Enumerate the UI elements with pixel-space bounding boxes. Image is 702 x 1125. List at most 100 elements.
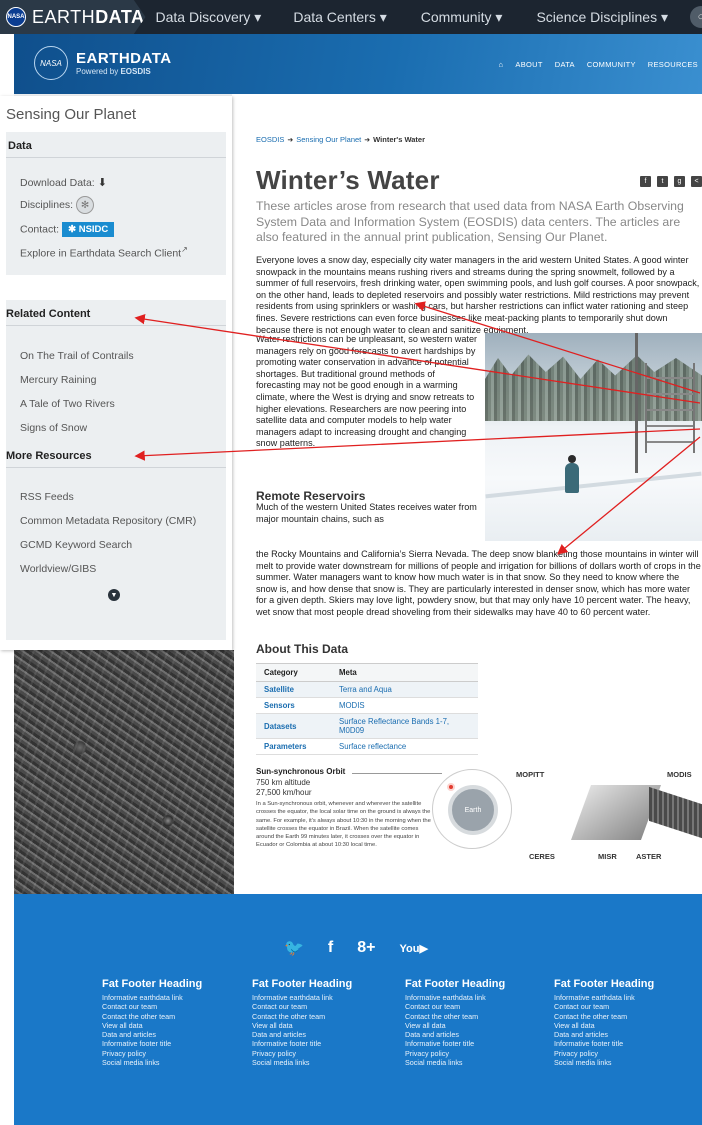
footer-link[interactable]: Social media links: [252, 1058, 402, 1067]
snowflake-discipline-icon[interactable]: ✻: [76, 196, 95, 214]
intro-text: These articles arose from research that …: [256, 199, 684, 244]
home-icon[interactable]: ⌂: [499, 60, 504, 69]
footer-link[interactable]: Data and articles: [252, 1030, 402, 1039]
nav-community[interactable]: Community ▾: [421, 9, 503, 26]
section-heading-remote-reservoirs: Remote Reservoirs: [256, 489, 366, 503]
footer-link[interactable]: Informative footer title: [554, 1039, 702, 1048]
resource-item[interactable]: Worldview/GIBS: [20, 563, 96, 575]
nav-data-discovery[interactable]: Data Discovery ▾: [156, 9, 262, 26]
table-row: Datasets Surface Reflectance Bands 1-7, …: [256, 713, 478, 739]
table-cell-value[interactable]: Surface Reflectance Bands 1-7, M0D09: [331, 713, 478, 739]
brand-text: EARTHDATA: [32, 6, 145, 27]
table-cell-key[interactable]: Parameters: [256, 738, 331, 755]
earthdata-brand[interactable]: NASA EARTHDATA: [0, 0, 146, 34]
footer-link[interactable]: Privacy policy: [405, 1049, 555, 1058]
facebook-icon[interactable]: f: [328, 939, 333, 957]
breadcrumb-separator-icon: ➜: [364, 137, 371, 144]
table-cell-key[interactable]: Sensors: [256, 697, 331, 714]
chevron-down-icon[interactable]: ▼: [108, 589, 120, 601]
breadcrumb-eosdis[interactable]: EOSDIS: [256, 135, 284, 144]
footer-link[interactable]: Informative earthdata link: [102, 993, 252, 1002]
footer-link[interactable]: Social media links: [102, 1058, 252, 1067]
related-item[interactable]: A Tale of Two Rivers: [20, 398, 115, 410]
download-icon[interactable]: ⬇: [98, 177, 107, 189]
footer-link[interactable]: Data and articles: [405, 1030, 555, 1039]
google-plus-icon[interactable]: g: [674, 176, 685, 187]
external-link-icon: ↗: [181, 245, 188, 254]
footer-link[interactable]: Social media links: [405, 1058, 555, 1067]
footer-link[interactable]: Data and articles: [554, 1030, 702, 1039]
twitter-icon[interactable]: t: [657, 176, 668, 187]
menu-resources[interactable]: RESOURCES: [648, 60, 698, 69]
breadcrumb-sensing-our-planet[interactable]: Sensing Our Planet: [296, 135, 361, 144]
footer-column: Fat Footer Heading Informative earthdata…: [554, 978, 702, 1067]
article-paragraph: Everyone loves a snow day, especially ci…: [256, 255, 700, 335]
data-box: Data Download Data: ⬇ Disciplines: ✻ Conta…: [6, 132, 226, 275]
table-cell-value[interactable]: MODIS: [331, 697, 478, 714]
footer-link[interactable]: Social media links: [554, 1058, 702, 1067]
table-cell-key[interactable]: Datasets: [256, 713, 331, 739]
footer-link[interactable]: Informative footer title: [405, 1039, 555, 1048]
menu-about[interactable]: ABOUT: [515, 60, 542, 69]
footer-link[interactable]: View all data: [102, 1021, 252, 1030]
resource-item[interactable]: GCMD Keyword Search: [20, 539, 132, 551]
related-item[interactable]: Signs of Snow: [20, 422, 87, 434]
footer-link[interactable]: Informative earthdata link: [554, 993, 702, 1002]
contact-row: Contact: ✱ NSIDC: [20, 222, 115, 237]
more-resources-box: More Resources RSS Feeds Common Metadata…: [6, 442, 226, 640]
table-cell-key[interactable]: Satellite: [256, 681, 331, 698]
site-header: NASA EARTHDATA Powered by EOSDIS ⌂ ABOUT…: [14, 34, 702, 94]
main-content: EOSDIS ➜ Sensing Our Planet ➜ Winter's Water…: [256, 135, 702, 861]
footer-link[interactable]: Contact the other team: [405, 1012, 555, 1021]
global-top-bar: NASA EARTHDATA Data Discovery ▾ Data Cen…: [0, 0, 702, 34]
share-icon[interactable]: <: [691, 176, 702, 187]
explore-earthdata-search-link[interactable]: Explore in Earthdata Search Client↗: [20, 245, 188, 260]
footer-link[interactable]: Informative earthdata link: [405, 993, 555, 1002]
menu-community[interactable]: COMMUNITY: [587, 60, 636, 69]
earthdata-logo[interactable]: NASA EARTHDATA Powered by EOSDIS: [34, 46, 172, 80]
footer-link[interactable]: Informative earthdata link: [252, 993, 402, 1002]
share-icons: f t g <: [640, 176, 702, 187]
orbit-title: Sun-synchronous Orbit: [256, 767, 346, 776]
page-title: Winter’s Water: [256, 165, 440, 195]
data-heading: Data: [6, 132, 226, 158]
footer-link[interactable]: Informative footer title: [252, 1039, 402, 1048]
article-paragraph: Water restrictions can be unpleasant, so…: [256, 334, 478, 449]
instrument-label: ASTER: [636, 852, 662, 861]
resource-item[interactable]: Common Metadata Repository (CMR): [20, 515, 196, 527]
footer-link[interactable]: Contact our team: [405, 1002, 555, 1011]
footer-link[interactable]: Contact our team: [554, 1002, 702, 1011]
related-item[interactable]: Mercury Raining: [20, 374, 96, 386]
footer-link[interactable]: View all data: [252, 1021, 402, 1030]
footer-link[interactable]: Privacy policy: [252, 1049, 402, 1058]
nsidc-contact-button[interactable]: ✱ NSIDC: [62, 222, 115, 237]
resource-item[interactable]: RSS Feeds: [20, 491, 74, 503]
footer-link[interactable]: Privacy policy: [102, 1049, 252, 1058]
footer-link[interactable]: Contact the other team: [102, 1012, 252, 1021]
google-plus-icon[interactable]: 8+: [357, 939, 375, 957]
social-links: 🐦 f 8+ You▶: [284, 938, 428, 958]
twitter-icon[interactable]: 🐦: [284, 938, 304, 958]
footer-heading: Fat Footer Heading: [102, 978, 203, 990]
download-data-row[interactable]: Download Data: ⬇: [20, 176, 107, 189]
menu-data[interactable]: DATA: [555, 60, 575, 69]
footer-link[interactable]: Contact the other team: [554, 1012, 702, 1021]
footer-column: Fat Footer Heading Informative earthdata…: [252, 978, 402, 1067]
nav-data-centers[interactable]: Data Centers ▾: [293, 9, 386, 26]
footer-link[interactable]: Contact our team: [102, 1002, 252, 1011]
footer-link[interactable]: View all data: [405, 1021, 555, 1030]
footer-link[interactable]: Data and articles: [102, 1030, 252, 1039]
youtube-icon[interactable]: You▶: [400, 942, 428, 955]
header-menu: ⌂ ABOUT DATA COMMUNITY RESOURCES: [499, 60, 698, 69]
footer-link[interactable]: Informative footer title: [102, 1039, 252, 1048]
table-cell-value[interactable]: Terra and Aqua: [331, 681, 478, 698]
footer-link[interactable]: Contact our team: [252, 1002, 402, 1011]
nav-science-disciplines[interactable]: Science Disciplines ▾: [536, 9, 668, 26]
footer-link[interactable]: Contact the other team: [252, 1012, 402, 1021]
instrument-label: MISR: [598, 852, 617, 861]
footer-link[interactable]: View all data: [554, 1021, 702, 1030]
facebook-icon[interactable]: f: [640, 176, 651, 187]
table-cell-value[interactable]: Surface reflectance: [331, 738, 478, 755]
related-item[interactable]: On The Trail of Contrails: [20, 350, 134, 362]
footer-link[interactable]: Privacy policy: [554, 1049, 702, 1058]
